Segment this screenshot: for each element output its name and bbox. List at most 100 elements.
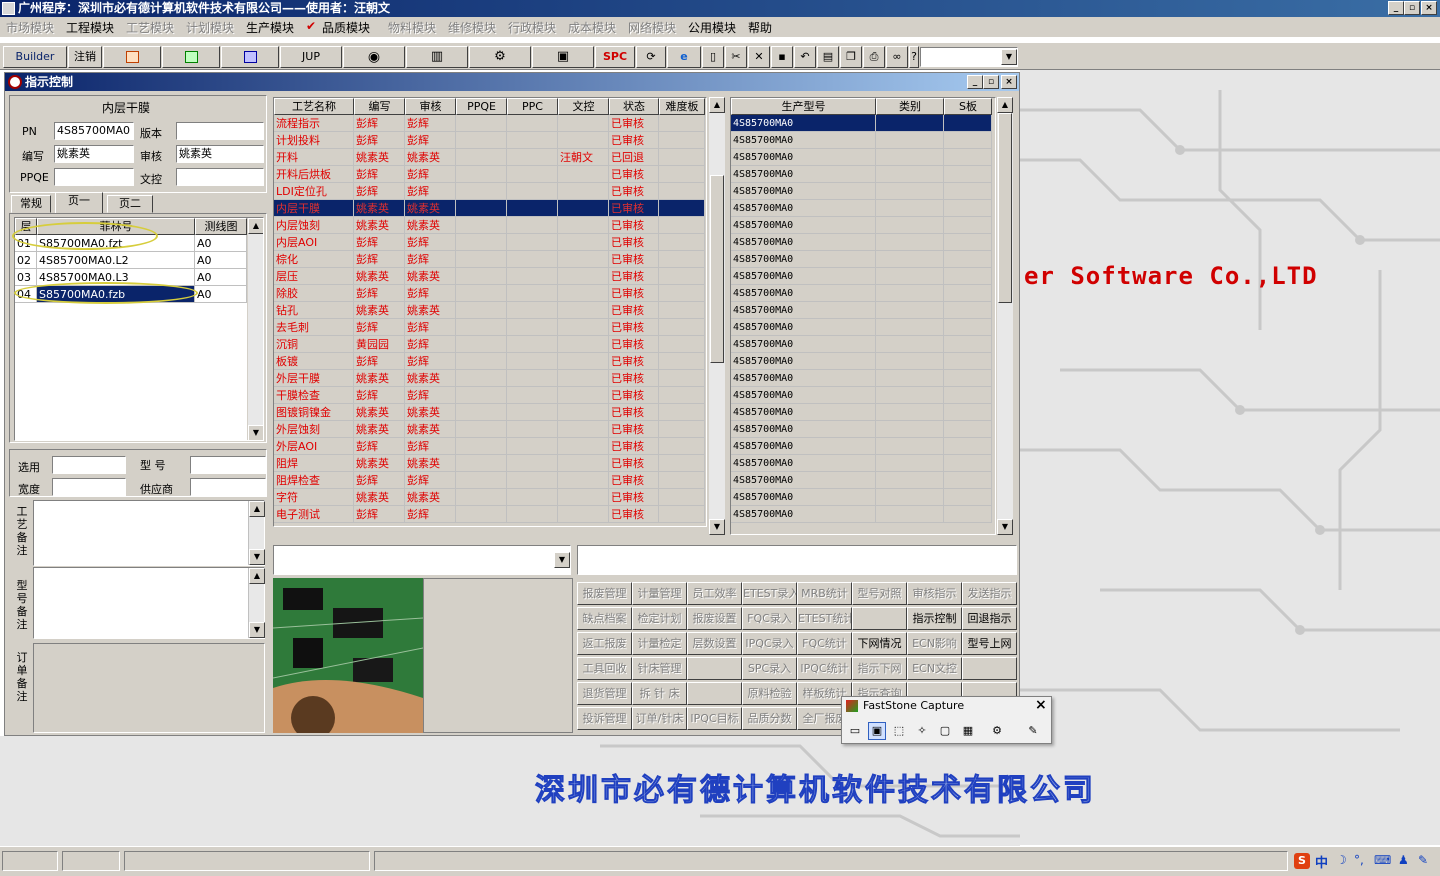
model-row[interactable]: 4S85700MA0 xyxy=(731,132,992,149)
function-button-0-2[interactable]: 员工效率 xyxy=(687,582,742,605)
function-button-1-5[interactable] xyxy=(852,607,907,630)
scroll-up-icon[interactable]: ▲ xyxy=(249,501,265,517)
process-row[interactable]: 棕化 彭辉 彭辉 已审核 xyxy=(274,251,706,268)
network-button[interactable]: ⚙ xyxy=(469,46,531,68)
function-button-5-0[interactable]: 投诉管理 xyxy=(577,707,632,730)
process-row[interactable]: 沉铜 黄园园 彭辉 已审核 xyxy=(274,336,706,353)
function-button-1-6[interactable]: 指示控制 xyxy=(907,607,962,630)
preview-button[interactable]: ▤ xyxy=(817,46,839,68)
model-row[interactable]: 4S85700MA0 xyxy=(731,506,992,523)
tab-page-one[interactable]: 页一 xyxy=(55,192,103,213)
help-button[interactable]: ? xyxy=(909,46,919,68)
process-row[interactable]: 字符 姚素英 姚素英 已审核 xyxy=(274,489,706,506)
model-scrollbar[interactable]: ▲ ▼ xyxy=(997,97,1013,535)
process-header-2[interactable]: 审核 xyxy=(405,98,456,115)
scroll-down-icon[interactable]: ▼ xyxy=(709,519,725,535)
function-button-1-7[interactable]: 回退指示 xyxy=(962,607,1017,630)
menu-item-10[interactable]: 网络模块 xyxy=(628,19,676,36)
menu-item-2[interactable]: 工艺模块 xyxy=(126,19,174,36)
choose-field[interactable] xyxy=(52,456,126,474)
process-row[interactable]: 去毛刺 彭辉 彭辉 已审核 xyxy=(274,319,706,336)
menu-item-12[interactable]: 帮助 xyxy=(748,19,772,36)
function-button-3-4[interactable]: IPQC统计 xyxy=(797,657,852,680)
function-button-3-3[interactable]: SPC录入 xyxy=(742,657,797,680)
function-button-2-0[interactable]: 返工报废 xyxy=(577,632,632,655)
tab-page-two[interactable]: 页二 xyxy=(107,195,153,213)
function-button-5-2[interactable]: IPQC目标 xyxy=(687,707,742,730)
function-button-2-6[interactable]: ECN影响 xyxy=(907,632,962,655)
function-button-2-4[interactable]: FQC统计 xyxy=(797,632,852,655)
function-button-2-1[interactable]: 计量检定 xyxy=(632,632,687,655)
process-row[interactable]: 开料 姚素英 姚素英 汪朝文 已回退 xyxy=(274,149,706,166)
ppqe-field[interactable] xyxy=(54,168,134,186)
model-row[interactable]: 4S85700MA0 xyxy=(731,217,992,234)
film-row[interactable]: 02 4S85700MA0.L2 A0 xyxy=(15,252,247,269)
function-button-4-1[interactable]: 拆 针 床 xyxy=(632,682,687,705)
maximize-button[interactable]: ▫ xyxy=(1404,1,1420,15)
model-row[interactable]: 4S85700MA0 xyxy=(731,183,992,200)
delete-button[interactable]: ✕ xyxy=(748,46,770,68)
process-header-5[interactable]: 文控 xyxy=(558,98,609,115)
word-button[interactable] xyxy=(221,46,279,68)
menu-item-9[interactable]: 成本模块 xyxy=(568,19,616,36)
model-row[interactable]: 4S85700MA0 xyxy=(731,438,992,455)
doc-control-field[interactable] xyxy=(176,168,264,186)
process-header-3[interactable]: PPQE xyxy=(456,98,507,115)
function-button-3-5[interactable]: 指示下网 xyxy=(852,657,907,680)
new-button[interactable]: ▯ xyxy=(702,46,724,68)
process-header-0[interactable]: 工艺名称 xyxy=(274,98,354,115)
process-row[interactable]: 干膜检查 彭辉 彭辉 已审核 xyxy=(274,387,706,404)
scroll-up-icon[interactable]: ▲ xyxy=(249,568,265,584)
process-row[interactable]: LDI定位孔 彭辉 彭辉 已审核 xyxy=(274,183,706,200)
capture-scroll-icon[interactable]: ▦ xyxy=(959,722,977,740)
model-row[interactable]: 4S85700MA0 xyxy=(731,268,992,285)
film-header-chart[interactable]: 测线图 xyxy=(195,218,247,235)
process-row[interactable]: 阻焊检查 彭辉 彭辉 已审核 xyxy=(274,472,706,489)
model-row[interactable]: 4S85700MA0 xyxy=(731,319,992,336)
capture-settings-icon[interactable]: ⚙ xyxy=(988,722,1006,740)
function-button-4-0[interactable]: 退货管理 xyxy=(577,682,632,705)
logout-button[interactable]: 注销 xyxy=(68,46,102,68)
menu-item-8[interactable]: 行政模块 xyxy=(508,19,556,36)
supplier-field[interactable] xyxy=(190,478,266,496)
function-button-3-6[interactable]: ECN文控 xyxy=(907,657,962,680)
model-row[interactable]: 4S85700MA0 xyxy=(731,421,992,438)
child-minimize-button[interactable]: _ xyxy=(967,75,983,89)
model-row[interactable]: 4S85700MA0 xyxy=(731,115,992,132)
computer-button[interactable]: ▣ xyxy=(532,46,594,68)
review-field[interactable]: 姚素英 xyxy=(176,145,264,163)
function-button-0-7[interactable]: 发送指示 xyxy=(962,582,1017,605)
scroll-down-icon[interactable]: ▼ xyxy=(249,549,265,565)
function-button-0-1[interactable]: 计量管理 xyxy=(632,582,687,605)
model-row[interactable]: 4S85700MA0 xyxy=(731,404,992,421)
process-row[interactable]: 阻焊 姚素英 姚素英 已审核 xyxy=(274,455,706,472)
film-scrollbar[interactable]: ▲ ▼ xyxy=(248,218,263,440)
function-button-0-0[interactable]: 报废管理 xyxy=(577,582,632,605)
model-row[interactable]: 4S85700MA0 xyxy=(731,234,992,251)
model-scroll-thumb[interactable] xyxy=(998,113,1012,303)
undo-button[interactable]: ↶ xyxy=(794,46,816,68)
menu-item-3[interactable]: 计划模块 xyxy=(186,19,234,36)
menu-item-6[interactable]: 物料模块 xyxy=(388,19,436,36)
process-row[interactable]: 外层蚀刻 姚素英 姚素英 已审核 xyxy=(274,421,706,438)
process-header-4[interactable]: PPC xyxy=(507,98,558,115)
model-row[interactable]: 4S85700MA0 xyxy=(731,336,992,353)
refresh-button[interactable]: ⟳ xyxy=(636,46,666,68)
save-button[interactable]: ▪ xyxy=(771,46,793,68)
menu-item-1[interactable]: 工程模块 xyxy=(66,19,114,36)
process-row[interactable]: 层压 姚素英 姚素英 已审核 xyxy=(274,268,706,285)
scroll-down-icon[interactable]: ▼ xyxy=(248,425,263,440)
copy-button[interactable]: ❐ xyxy=(840,46,862,68)
process-row[interactable]: 内层蚀刻 姚素英 姚素英 已审核 xyxy=(274,217,706,234)
scroll-down-icon[interactable]: ▼ xyxy=(997,519,1013,535)
process-row[interactable]: 除胶 彭辉 彭辉 已审核 xyxy=(274,285,706,302)
capture-region-icon[interactable]: ⬚ xyxy=(890,722,908,740)
toolbar-combo[interactable]: ▼ xyxy=(920,47,1018,67)
process-row[interactable]: 开料后烘板 彭辉 彭辉 已审核 xyxy=(274,166,706,183)
menu-item-11[interactable]: 公用模块 xyxy=(688,19,736,36)
model-row[interactable]: 4S85700MA0 xyxy=(731,166,992,183)
minimize-button[interactable]: _ xyxy=(1388,1,1404,15)
chevron-down-icon[interactable]: ▼ xyxy=(554,552,570,568)
find-button[interactable]: ∞ xyxy=(886,46,908,68)
sogou-ime-icon[interactable]: S xyxy=(1294,853,1310,869)
